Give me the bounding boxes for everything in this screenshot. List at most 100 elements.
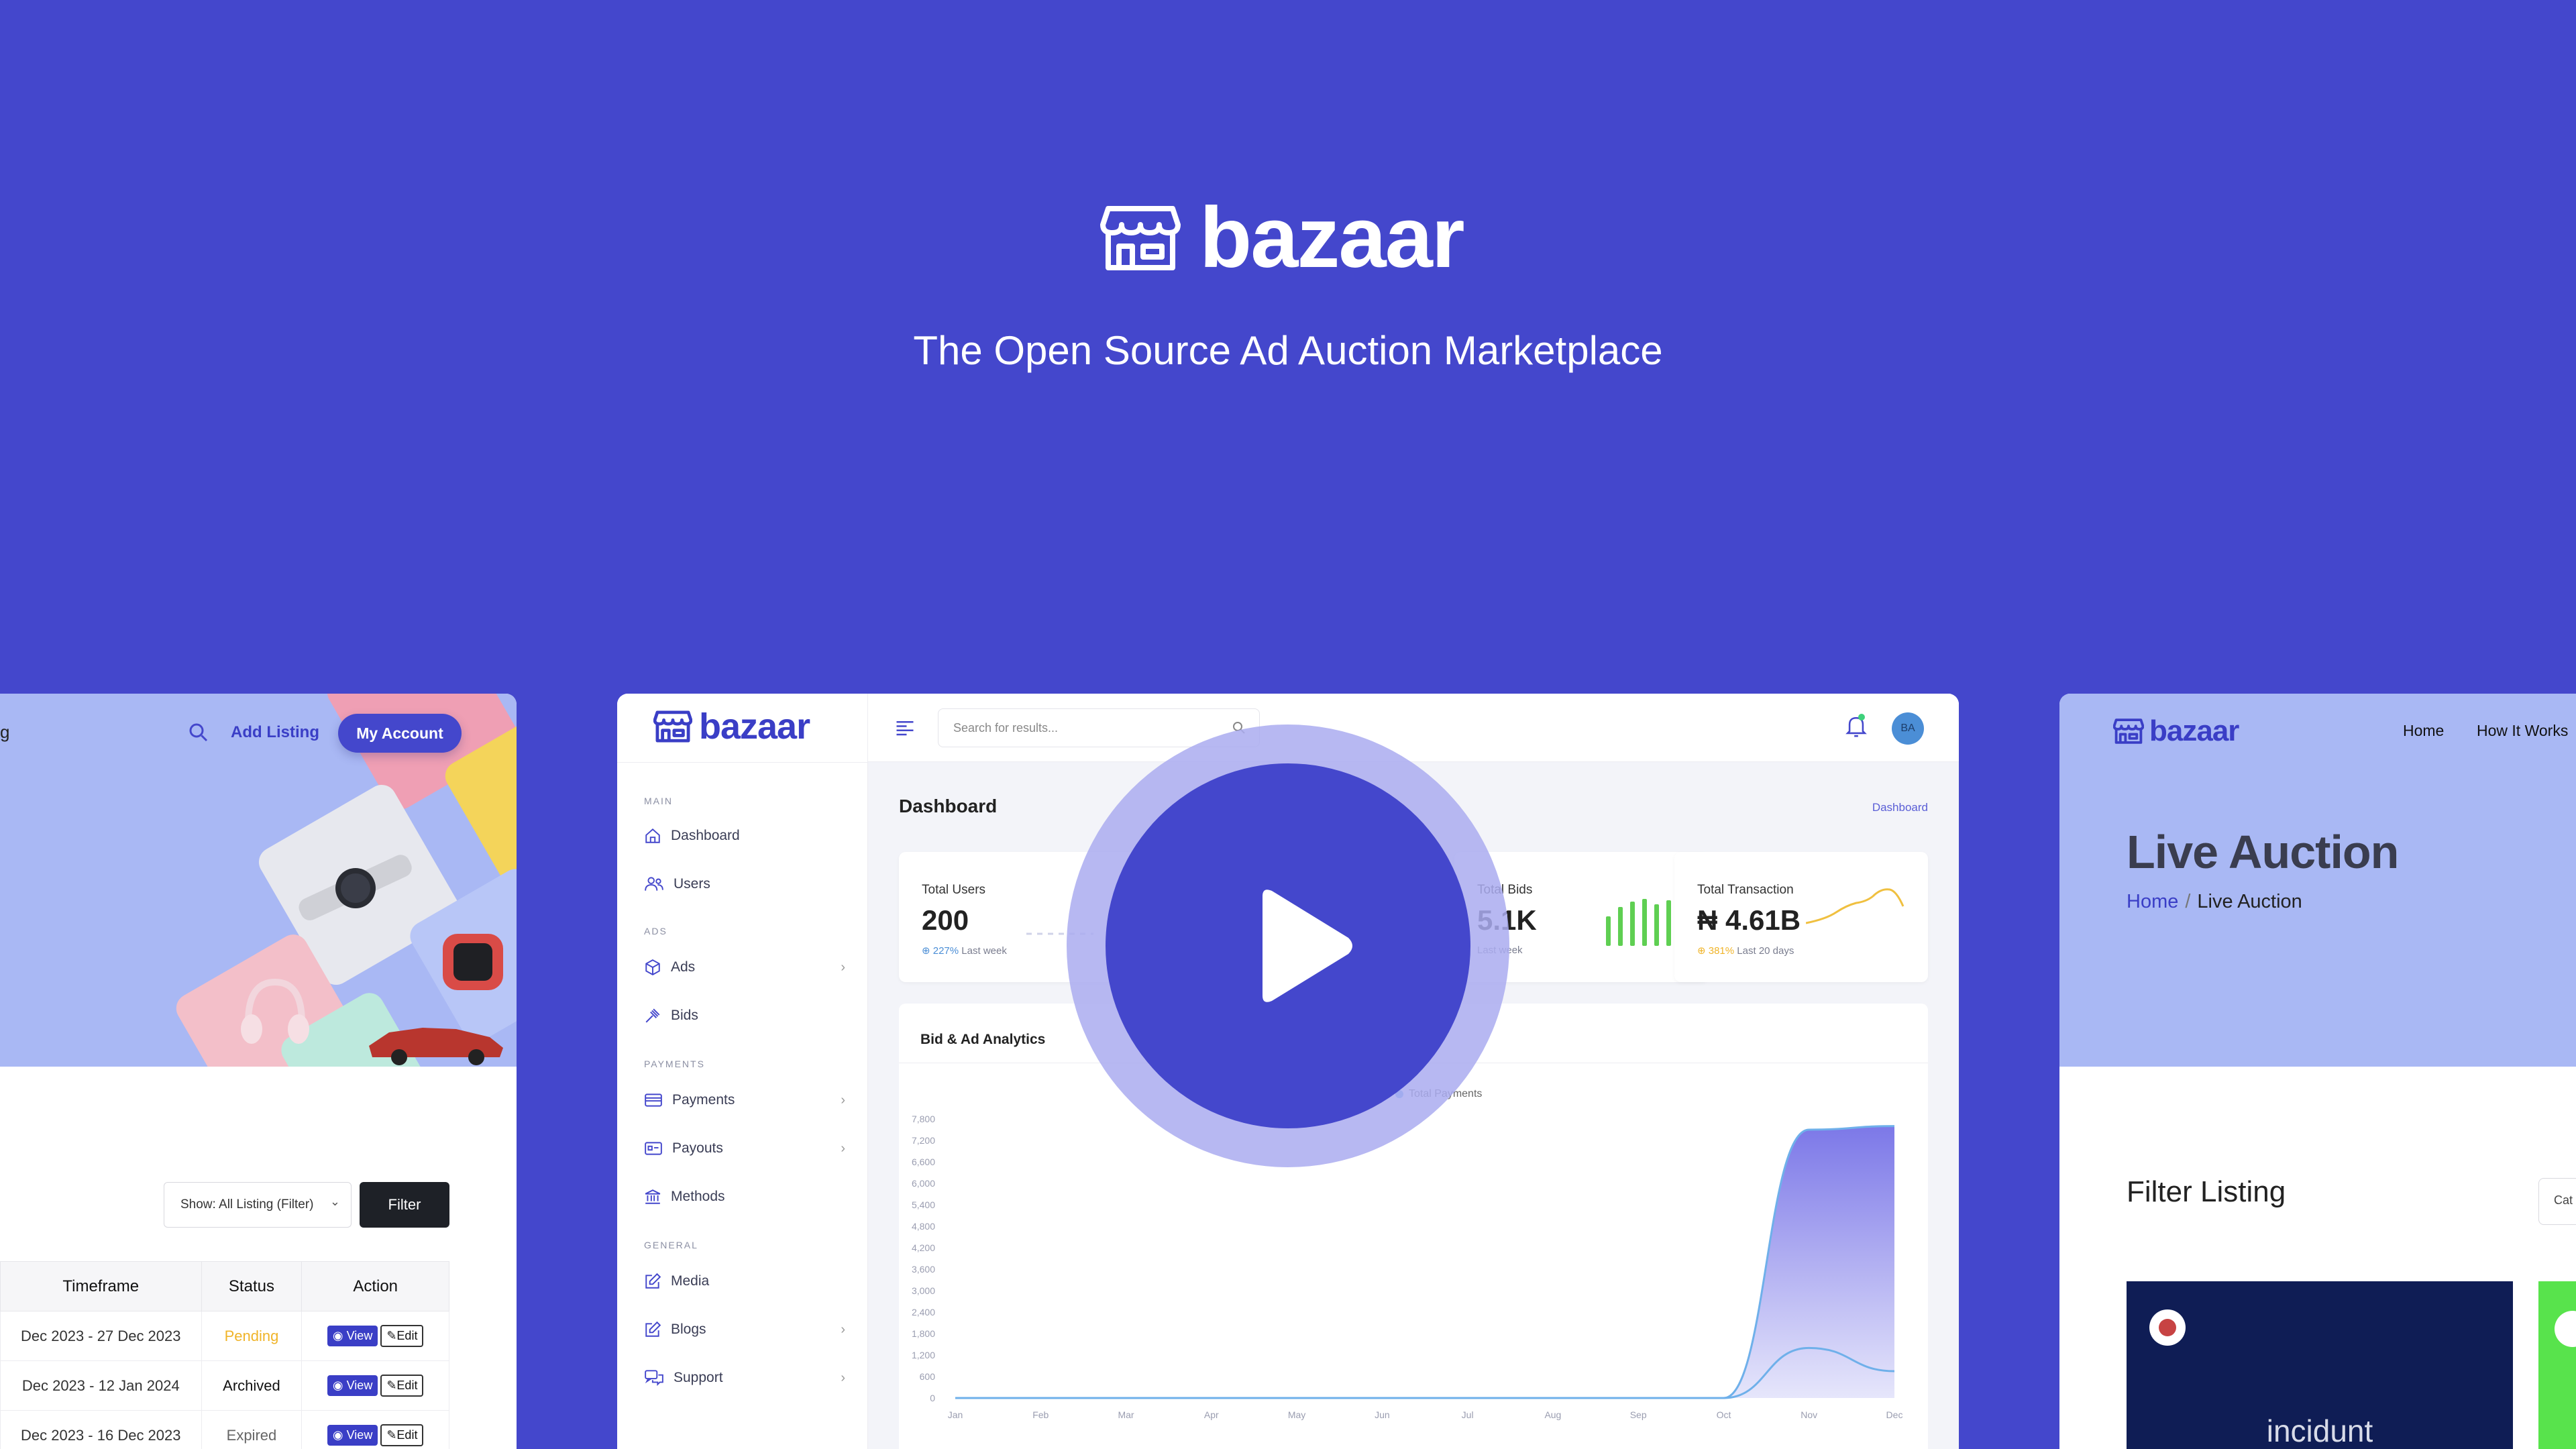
- edit-button[interactable]: ✎Edit: [380, 1325, 424, 1347]
- sidebar-item-media[interactable]: Media: [644, 1268, 845, 1295]
- trend-up-icon: ⊕: [1697, 945, 1706, 957]
- breadcrumb-current: Live Auction: [2197, 891, 2302, 912]
- box-icon: [645, 959, 660, 975]
- sidebar-item-methods[interactable]: Methods: [644, 1183, 845, 1210]
- action-cell: ◉ View ✎Edit: [301, 1360, 449, 1411]
- x-tick-label: Jun: [1375, 1409, 1390, 1420]
- nav-item-partial[interactable]: g: [0, 722, 9, 743]
- nav-home[interactable]: Home: [2403, 722, 2444, 740]
- table-header-row: Timeframe Status Action: [0, 1261, 449, 1311]
- x-tick-label: Jan: [948, 1409, 963, 1420]
- chat-icon: [645, 1370, 663, 1386]
- card-icon: [645, 1093, 662, 1107]
- analytics-area-chart: 0 600 1,200 1,800 2,400 3,000 3,600 4,200 4,800 5…: [912, 1114, 1903, 1420]
- sidebar: bazaar MAIN Dashboard Users ADS Ads › Bi…: [617, 694, 868, 1449]
- hero-logo: bazaar: [1100, 195, 1465, 281]
- right-logo[interactable]: bazaar: [2113, 716, 2239, 746]
- breadcrumb-home[interactable]: Home: [2127, 891, 2178, 912]
- edit-icon: [645, 1321, 661, 1337]
- listing-title: incidunt: [2266, 1413, 2373, 1448]
- table-row: Dec 2023 - 16 Dec 2023 Expired ◉ View ✎Ed…: [0, 1410, 449, 1449]
- y-tick-label: 2,400: [912, 1307, 935, 1318]
- add-listing-link[interactable]: Add Listing: [231, 723, 319, 742]
- my-account-button[interactable]: My Account: [338, 714, 462, 753]
- y-tick-label: 3,600: [912, 1264, 935, 1275]
- stat-label: Total Transaction: [1697, 883, 1794, 897]
- x-tick-label: Aug: [1544, 1409, 1561, 1420]
- home-icon: [645, 828, 660, 843]
- analytics-title: Bid & Ad Analytics: [920, 1032, 1046, 1047]
- category-select[interactable]: Cat: [2538, 1178, 2576, 1225]
- y-tick-label: 4,200: [912, 1242, 935, 1253]
- timeframe-cell: Dec 2023 - 12 Jan 2024: [0, 1360, 202, 1411]
- table-row: Dec 2023 - 27 Dec 2023 Pending ◉ View ✎Ed…: [0, 1311, 449, 1361]
- view-label: View: [346, 1329, 373, 1342]
- play-icon: [1263, 890, 1352, 1002]
- sidebar-item-support[interactable]: Support ›: [644, 1364, 845, 1391]
- auction-listing-card[interactable]: [2538, 1281, 2576, 1449]
- filter-listing-heading: Filter Listing: [2127, 1175, 2286, 1208]
- column-header-status: Status: [201, 1261, 303, 1311]
- listings-table: Timeframe Status Action Dec 2023 - 27 De…: [0, 1261, 449, 1449]
- edit-button[interactable]: ✎Edit: [380, 1375, 424, 1397]
- stat-subtext: ⊕ 227% Last week: [922, 945, 1007, 957]
- y-tick-label: 7,200: [912, 1135, 935, 1146]
- action-cell: ◉ View ✎Edit: [301, 1410, 449, 1449]
- stat-percent: 227%: [932, 945, 959, 957]
- edit-icon: [645, 1273, 661, 1289]
- sidebar-section-payments: PAYMENTS: [644, 1059, 705, 1069]
- storefront-icon: [2113, 718, 2144, 744]
- view-button[interactable]: ◉ View: [327, 1425, 378, 1446]
- timeframe-cell: Dec 2023 - 16 Dec 2023: [0, 1410, 202, 1449]
- nav-how-it-works[interactable]: How It Works: [2477, 722, 2568, 740]
- table-row: Dec 2023 - 12 Jan 2024 Archived ◉ View ✎E…: [0, 1360, 449, 1411]
- x-tick-label: Oct: [1717, 1409, 1731, 1420]
- sidebar-item-payments[interactable]: Payments ›: [644, 1087, 845, 1114]
- chevron-right-icon: ›: [841, 1140, 845, 1156]
- series-area-fill: [955, 1126, 1894, 1398]
- sidebar-section-general: GENERAL: [644, 1240, 698, 1250]
- notification-dot: [1858, 714, 1865, 720]
- stat-period: Last 20 days: [1737, 945, 1794, 957]
- sidebar-item-ads[interactable]: Ads ›: [644, 954, 845, 981]
- view-label: View: [346, 1428, 373, 1442]
- hero-tagline: The Open Source Ad Auction Marketplace: [913, 328, 1663, 373]
- listing-filter-select[interactable]: Show: All Listing (Filter) ⌄: [164, 1182, 352, 1228]
- breadcrumb[interactable]: Dashboard: [1872, 801, 1928, 814]
- sidebar-item-users[interactable]: Users: [644, 871, 845, 898]
- sidebar-item-dashboard[interactable]: Dashboard: [644, 822, 845, 849]
- sidebar-item-blogs[interactable]: Blogs ›: [644, 1316, 845, 1343]
- action-cell: ◉ View ✎Edit: [301, 1311, 449, 1361]
- view-button[interactable]: ◉ View: [327, 1375, 378, 1396]
- stat-card-transactions: Total Transaction ₦ 4.61B ⊕ 381% Last 20…: [1674, 852, 1928, 982]
- x-tick-label: Jul: [1462, 1409, 1474, 1420]
- y-tick-label: 1,800: [912, 1328, 935, 1339]
- smartwatch-image: [299, 855, 412, 920]
- record-icon: [2149, 1309, 2186, 1346]
- y-tick-label: 600: [920, 1371, 936, 1382]
- view-button[interactable]: ◉ View: [327, 1326, 378, 1346]
- x-tick-label: Dec: [1886, 1409, 1903, 1420]
- sidebar-item-label: Blogs: [671, 1322, 706, 1337]
- avatar[interactable]: BA: [1892, 712, 1924, 745]
- x-tick-label: May: [1288, 1409, 1305, 1420]
- sidebar-item-bids[interactable]: Bids: [644, 1002, 845, 1029]
- sidebar-item-payouts[interactable]: Payouts ›: [644, 1135, 845, 1162]
- auction-listing-card[interactable]: incidunt: [2127, 1281, 2513, 1449]
- stat-value: 200: [922, 904, 969, 936]
- brand-name: bazaar: [1199, 190, 1465, 286]
- edit-label: Edit: [396, 1428, 418, 1442]
- search-icon[interactable]: [186, 720, 211, 745]
- trend-up-icon: ⊕: [922, 945, 930, 957]
- right-preview-card: bazaar Home How It Works Live Auction Ho…: [2059, 694, 2576, 1449]
- headphones-image: [241, 978, 309, 1044]
- left-preview-card: g Add Listing My Account Show: All Listi…: [0, 694, 517, 1449]
- storefront-icon: [653, 710, 692, 743]
- filter-button[interactable]: Filter: [360, 1182, 449, 1228]
- sidebar-item-label: Media: [671, 1273, 710, 1289]
- edit-button[interactable]: ✎Edit: [380, 1424, 424, 1446]
- column-header-timeframe: Timeframe: [0, 1261, 202, 1311]
- dashboard-logo[interactable]: bazaar: [653, 708, 810, 745]
- menu-icon[interactable]: [895, 719, 915, 737]
- stat-label: Total Users: [922, 883, 986, 897]
